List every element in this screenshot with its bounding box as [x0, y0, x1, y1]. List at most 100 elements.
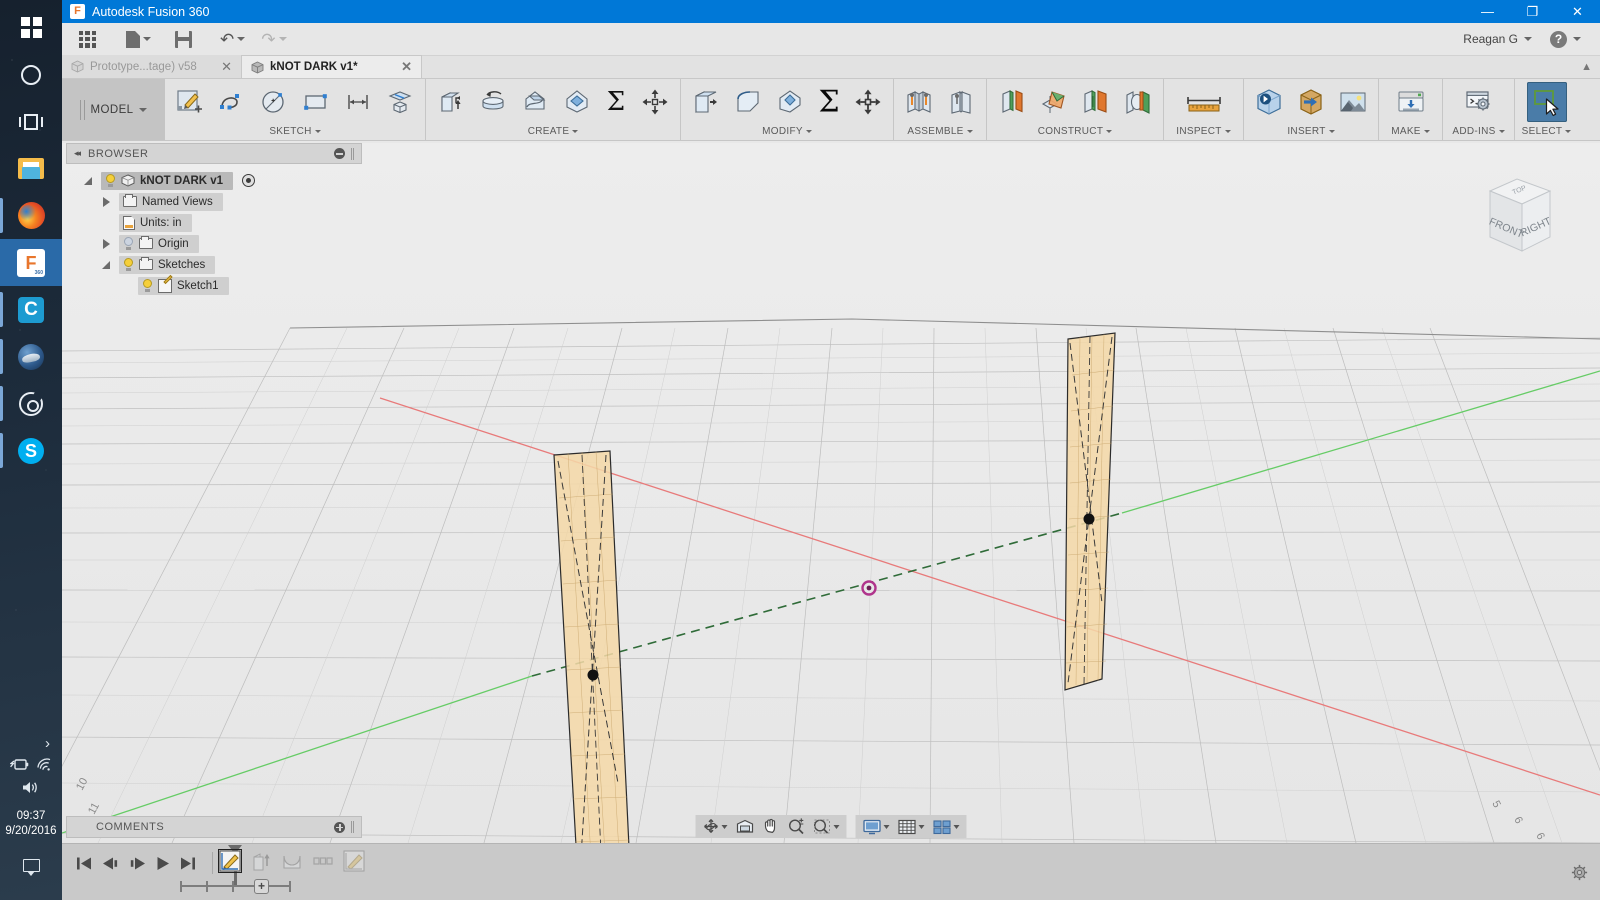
minus-circle-icon[interactable]	[334, 148, 345, 159]
close-icon[interactable]: ✕	[221, 59, 232, 75]
timeline-feature-dots[interactable]	[312, 850, 334, 872]
timeline-feature-revolve[interactable]	[281, 850, 303, 872]
taskbar-start-button[interactable]	[0, 4, 62, 51]
timeline-end-marker[interactable]	[254, 878, 269, 894]
battery-charging-icon[interactable]	[8, 758, 29, 776]
combine-sigma-icon[interactable]: Σ	[812, 82, 846, 122]
midplane-icon[interactable]	[1118, 82, 1158, 122]
tree-node-knot-dark[interactable]: kNOT DARK v1	[80, 170, 362, 191]
chevron-down-icon[interactable]	[1573, 37, 1581, 41]
visibility-bulb-icon[interactable]	[123, 258, 134, 271]
fillet-icon[interactable]	[728, 82, 768, 122]
tree-node-sketch1[interactable]: Sketch1	[80, 274, 362, 296]
tangent-plane-icon[interactable]	[1076, 82, 1116, 122]
as-built-joint-icon[interactable]	[941, 82, 981, 122]
account-name[interactable]: Reagan G	[1463, 32, 1518, 46]
scripts-addins-icon[interactable]	[1459, 82, 1499, 122]
rectangle-icon[interactable]	[296, 82, 336, 122]
measure-icon[interactable]	[1176, 82, 1232, 122]
taskbar-app-c-button[interactable]	[0, 286, 62, 333]
collapse-left-icon[interactable]: ◂◂	[74, 148, 81, 159]
joint-icon[interactable]	[899, 82, 939, 122]
visibility-bulb-icon[interactable]	[105, 174, 116, 187]
zoom-button[interactable]	[784, 815, 809, 838]
insert-mcmaster-icon[interactable]	[1291, 82, 1331, 122]
taskbar-cortana-button[interactable]	[0, 51, 62, 98]
close-icon[interactable]: ✕	[401, 59, 412, 75]
ribbon-collapse-chevron[interactable]: ▲	[1581, 61, 1600, 73]
move-copy-icon[interactable]	[635, 82, 675, 122]
go-to-end-button[interactable]	[180, 856, 196, 871]
loft-icon[interactable]	[557, 82, 597, 122]
gear-icon[interactable]	[1571, 864, 1588, 886]
spline-icon[interactable]	[212, 82, 252, 122]
redo-button[interactable]: ↷	[253, 26, 294, 52]
new-document-button[interactable]	[118, 26, 159, 52]
select-tool-icon[interactable]	[1526, 82, 1567, 122]
save-button[interactable]	[167, 26, 200, 52]
3d-print-icon[interactable]	[1391, 82, 1431, 122]
plus-circle-icon[interactable]	[334, 821, 345, 833]
look-at-button[interactable]	[732, 815, 759, 838]
comments-panel[interactable]: COMMENTS	[66, 816, 362, 838]
panel-grip[interactable]	[351, 147, 354, 160]
go-to-beginning-button[interactable]	[76, 856, 92, 871]
tree-node-named-views[interactable]: Named Views	[80, 191, 362, 212]
tray-expand-chevron[interactable]: ›	[0, 735, 62, 752]
step-back-button[interactable]	[102, 856, 119, 871]
close-button[interactable]: ✕	[1555, 0, 1600, 23]
offset-plane-icon[interactable]	[992, 82, 1032, 122]
timeline-feature-sketch2[interactable]	[343, 850, 365, 872]
move-copy-icon[interactable]	[848, 82, 888, 122]
grid-snaps-button[interactable]	[894, 815, 929, 838]
help-icon[interactable]: ?	[1550, 30, 1567, 48]
panel-grip[interactable]	[351, 821, 354, 833]
undo-button[interactable]: ↶	[212, 26, 253, 52]
step-forward-button[interactable]	[129, 856, 146, 871]
document-tab-1[interactable]: kNOT DARK v1* ✕	[242, 55, 422, 78]
taskbar-thunderbird-button[interactable]	[0, 333, 62, 380]
minimize-button[interactable]: —	[1465, 0, 1510, 23]
expander-closed-icon[interactable]	[98, 238, 114, 249]
press-pull-icon[interactable]	[686, 82, 726, 122]
chamfer-icon[interactable]	[770, 82, 810, 122]
expander-closed-icon[interactable]	[98, 196, 114, 207]
display-settings-button[interactable]	[859, 815, 894, 838]
taskbar-task-view-button[interactable]	[0, 98, 62, 145]
taskbar-skype-button[interactable]	[0, 427, 62, 474]
combine-sigma-icon[interactable]: Σ	[599, 82, 633, 122]
play-button[interactable]	[156, 856, 170, 871]
tree-node-units[interactable]: Units: in	[80, 212, 362, 233]
timeline-feature-sketch1[interactable]	[218, 849, 242, 873]
activate-component-radio[interactable]	[242, 174, 256, 187]
wifi-icon[interactable]	[36, 758, 53, 776]
plane-at-angle-icon[interactable]	[1034, 82, 1074, 122]
revolve-icon[interactable]	[473, 82, 513, 122]
document-tab-0[interactable]: Prototype...tage) v58 ✕	[62, 55, 242, 78]
tree-node-sketches[interactable]: Sketches	[80, 254, 362, 275]
workspace-selector[interactable]: MODEL	[62, 79, 165, 140]
taskbar-orbit-app-button[interactable]	[0, 380, 62, 427]
view-cube[interactable]: FRONT RIGHT TOP	[1460, 161, 1570, 269]
fit-button[interactable]	[809, 815, 844, 838]
tray-clock-date[interactable]: 9/20/2016	[0, 824, 62, 839]
speaker-icon[interactable]	[21, 780, 41, 800]
expander-open-icon[interactable]	[80, 176, 96, 185]
visibility-bulb-icon[interactable]	[142, 279, 153, 292]
taskbar-fusion360-button[interactable]: F 360	[0, 239, 62, 286]
taskbar-firefox-button[interactable]	[0, 192, 62, 239]
sweep-icon[interactable]	[515, 82, 555, 122]
project-icon[interactable]	[380, 82, 420, 122]
tray-clock-time[interactable]: 09:37	[0, 809, 62, 824]
notification-icon[interactable]	[22, 859, 40, 876]
app-grid-button[interactable]	[71, 26, 104, 52]
create-sketch-icon[interactable]	[170, 82, 210, 122]
expander-open-icon[interactable]	[98, 260, 114, 269]
restore-button[interactable]: ❐	[1510, 0, 1555, 23]
sketch-dimension-icon[interactable]	[338, 82, 378, 122]
circle-icon[interactable]	[254, 82, 294, 122]
chevron-down-icon[interactable]	[1524, 37, 1532, 41]
extrude-icon[interactable]	[431, 82, 471, 122]
tree-node-origin[interactable]: Origin	[80, 233, 362, 254]
insert-derive-icon[interactable]	[1249, 82, 1289, 122]
